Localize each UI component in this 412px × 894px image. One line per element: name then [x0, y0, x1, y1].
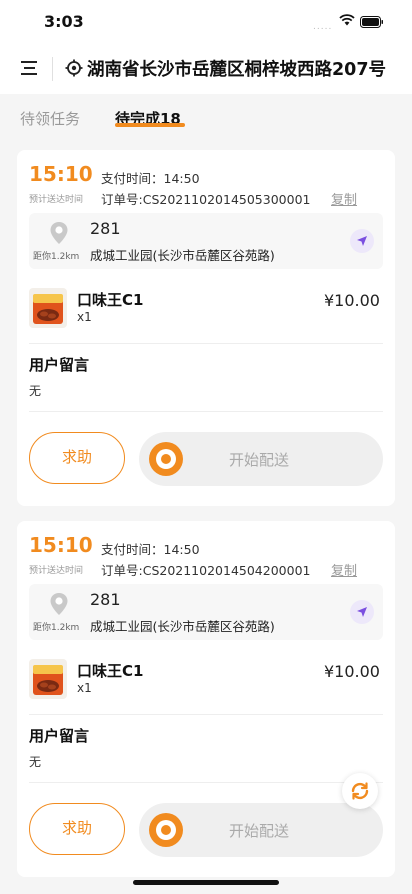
navigate-button[interactable] — [350, 600, 374, 624]
pin-icon — [50, 593, 68, 615]
product-name: 口味王C1 — [77, 662, 144, 680]
product-price: ¥10.00 — [324, 291, 380, 310]
refresh-icon — [351, 782, 369, 800]
product-quantity: x1 — [77, 681, 92, 695]
wifi-icon — [339, 14, 355, 26]
product-name: 口味王C1 — [77, 291, 144, 309]
header-divider — [52, 57, 53, 81]
user-message-text: 无 — [29, 384, 42, 398]
pay-time: 支付时间：14:50 — [101, 171, 200, 186]
navigate-icon — [357, 607, 367, 617]
user-message-title: 用户留言 — [29, 356, 90, 374]
signal-icon: ..... — [313, 22, 333, 32]
help-button[interactable]: 求助 — [29, 432, 125, 484]
help-button[interactable]: 求助 — [29, 803, 125, 855]
eta-time: 15:10 — [29, 162, 93, 186]
distance: 距你1.2km — [33, 623, 80, 633]
current-address[interactable]: 湖南省长沙市岳麓区桐梓坡西路207号 — [87, 56, 386, 81]
address-number: 281 — [90, 590, 121, 609]
address-detail: 成城工业园(长沙市岳麓区谷苑路) — [90, 619, 275, 634]
distance: 距你1.2km — [33, 252, 80, 262]
address-number: 281 — [90, 219, 121, 238]
menu-icon[interactable] — [20, 59, 40, 77]
navigate-icon — [357, 236, 367, 246]
eta-label: 预计送达时间 — [29, 195, 84, 205]
product-price: ¥10.00 — [324, 662, 380, 681]
eta-label: 预计送达时间 — [29, 566, 84, 576]
divider — [29, 782, 383, 783]
order-number: 订单号:CS20211020145042​00001 — [101, 563, 311, 578]
slider-label: 开始配送 — [229, 451, 290, 469]
divider — [29, 714, 383, 715]
order-card: 15:10 预计送达时间 支付时间：14:50 订单号:CS2021102014… — [17, 150, 395, 506]
delivery-address: 距你1.2km 281 成城工业园(长沙市岳麓区谷苑路) — [29, 584, 383, 640]
slider-handle[interactable] — [149, 442, 183, 476]
refresh-button[interactable] — [342, 773, 378, 809]
status-time: 3:03 — [44, 12, 84, 31]
product-quantity: x1 — [77, 310, 92, 324]
order-number: 订单号:CS20211020145053​00001 — [101, 192, 311, 207]
home-indicator — [133, 880, 279, 885]
user-message-title: 用户留言 — [29, 727, 90, 745]
eta-time: 15:10 — [29, 533, 93, 557]
location-icon — [65, 59, 83, 77]
top-header: 湖南省长沙市岳麓区桐梓坡西路207号 — [0, 44, 412, 94]
start-delivery-slider[interactable]: 开始配送 — [139, 803, 383, 857]
slider-handle[interactable] — [149, 813, 183, 847]
address-detail: 成城工业园(长沙市岳麓区谷苑路) — [90, 248, 275, 263]
delivery-address: 距你1.2km 281 成城工业园(长沙市岳麓区谷苑路) — [29, 213, 383, 269]
divider — [29, 411, 383, 412]
battery-icon — [360, 16, 383, 28]
start-delivery-slider[interactable]: 开始配送 — [139, 432, 383, 486]
pin-icon — [50, 222, 68, 244]
pay-time: 支付时间：14:50 — [101, 542, 200, 557]
order-tabs: 待领任务 待完成18 — [0, 94, 412, 144]
order-card: 15:10 预计送达时间 支付时间：14:50 订单号:CS2021102014… — [17, 521, 395, 877]
active-tab-indicator — [115, 123, 185, 127]
product-image — [29, 659, 67, 699]
slider-label: 开始配送 — [229, 822, 290, 840]
copy-button[interactable]: 复制 — [331, 189, 357, 208]
copy-button[interactable]: 复制 — [331, 560, 357, 579]
product-image — [29, 288, 67, 328]
user-message-text: 无 — [29, 755, 42, 769]
status-bar: 3:03 ..... — [0, 0, 412, 44]
divider — [29, 343, 383, 344]
tab-pending-tasks[interactable]: 待领任务 — [20, 108, 80, 129]
navigate-button[interactable] — [350, 229, 374, 253]
